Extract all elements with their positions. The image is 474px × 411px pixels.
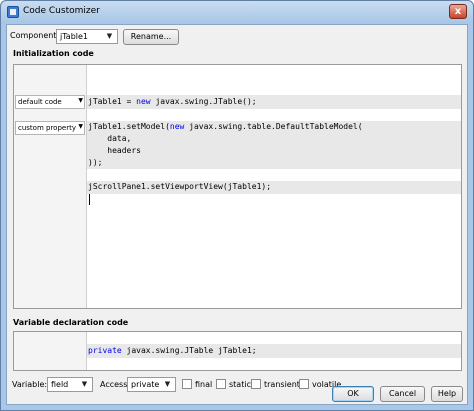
variable-value: field bbox=[51, 380, 69, 389]
code-line: )); bbox=[88, 158, 103, 167]
default-code-value: default code bbox=[18, 98, 62, 106]
chevron-down-icon: ▼ bbox=[81, 380, 88, 388]
transient-label: transient bbox=[264, 380, 300, 389]
code-gutter: default code ▼ custom property ▼ bbox=[14, 65, 87, 308]
variable-label: Variable: bbox=[12, 380, 48, 389]
chevron-down-icon: ▼ bbox=[164, 380, 171, 388]
default-code-select[interactable]: default code ▼ bbox=[15, 95, 85, 109]
component-value: jTable1 bbox=[60, 32, 88, 41]
chevron-down-icon: ▼ bbox=[106, 32, 113, 40]
code-line: private javax.swing.JTable jTable1; bbox=[88, 346, 257, 355]
init-code-editor[interactable]: default code ▼ custom property ▼ jTable1… bbox=[13, 64, 462, 309]
access-value: private bbox=[131, 380, 160, 389]
static-label: static bbox=[229, 380, 251, 389]
help-button[interactable]: Help bbox=[431, 386, 463, 402]
static-checkbox[interactable] bbox=[216, 379, 226, 389]
title-bar[interactable]: Code Customizer x bbox=[1, 1, 473, 23]
app-icon bbox=[7, 6, 19, 18]
access-label: Access: bbox=[100, 380, 131, 389]
chevron-down-icon: ▼ bbox=[78, 123, 83, 130]
code-customizer-window: Code Customizer x Component: jTable1 ▼ R… bbox=[0, 0, 474, 411]
chevron-down-icon: ▼ bbox=[78, 97, 83, 104]
code-line: jTable1 = new javax.swing.JTable(); bbox=[88, 97, 257, 106]
window-title: Code Customizer bbox=[23, 6, 100, 16]
code-line: headers bbox=[88, 146, 141, 155]
volatile-checkbox[interactable] bbox=[299, 379, 309, 389]
component-label: Component: bbox=[10, 31, 60, 40]
code-gutter bbox=[14, 332, 87, 370]
final-checkbox[interactable] bbox=[182, 379, 192, 389]
code-line: jScrollPane1.setViewportView(jTable1); bbox=[88, 182, 272, 191]
code-line: jTable1.setModel(new javax.swing.table.D… bbox=[88, 122, 363, 131]
code-line: data, bbox=[88, 134, 132, 143]
text-caret bbox=[89, 194, 90, 205]
close-button[interactable]: x bbox=[449, 4, 467, 19]
var-decl-editor[interactable]: private javax.swing.JTable jTable1; bbox=[13, 331, 462, 371]
init-code-heading: Initialization code bbox=[13, 49, 94, 58]
transient-checkbox[interactable] bbox=[251, 379, 261, 389]
custom-property-select[interactable]: custom property ▼ bbox=[15, 121, 85, 135]
rename-button[interactable]: Rename... bbox=[123, 29, 179, 45]
variable-select[interactable]: field ▼ bbox=[47, 377, 93, 392]
custom-property-value: custom property bbox=[18, 124, 76, 132]
component-select[interactable]: jTable1 ▼ bbox=[56, 29, 118, 44]
ok-button[interactable]: OK bbox=[332, 386, 374, 402]
dialog-body: Component: jTable1 ▼ Rename... Initializ… bbox=[6, 24, 468, 405]
access-select[interactable]: private ▼ bbox=[127, 377, 176, 392]
cancel-button[interactable]: Cancel bbox=[380, 386, 425, 402]
var-decl-heading: Variable declaration code bbox=[13, 318, 129, 327]
final-label: final bbox=[195, 380, 213, 389]
